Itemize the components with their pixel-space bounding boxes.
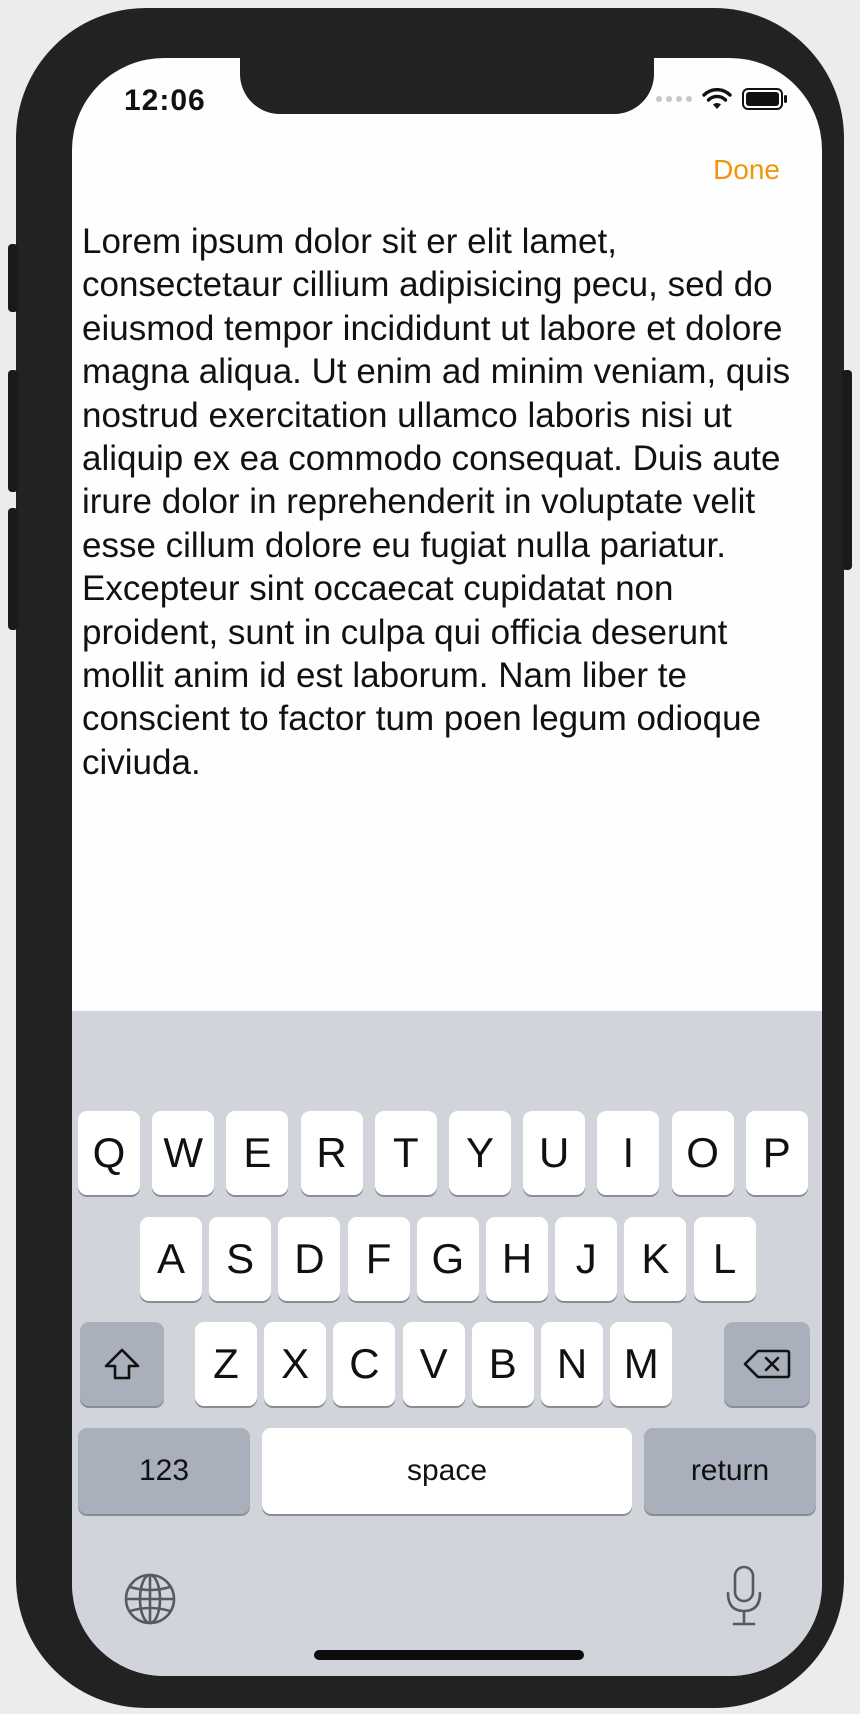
key-b[interactable]: B bbox=[471, 1322, 534, 1406]
key-i[interactable]: I bbox=[597, 1111, 660, 1195]
home-indicator bbox=[314, 1650, 584, 1660]
status-time: 12:06 bbox=[124, 84, 206, 117]
signal-dots-icon bbox=[656, 96, 692, 102]
return-key[interactable]: return bbox=[644, 1428, 816, 1514]
key-q[interactable]: Q bbox=[78, 1111, 140, 1195]
key-t[interactable]: T bbox=[374, 1111, 437, 1195]
globe-icon bbox=[124, 1573, 176, 1625]
numbers-key[interactable]: 123 bbox=[78, 1428, 250, 1514]
key-z[interactable]: Z bbox=[195, 1322, 257, 1406]
key-d[interactable]: D bbox=[278, 1217, 341, 1301]
text-editor[interactable]: Lorem ipsum dolor sit er elit lamet, con… bbox=[82, 220, 812, 784]
key-w[interactable]: W bbox=[152, 1111, 215, 1195]
shift-icon bbox=[104, 1348, 140, 1380]
key-j[interactable]: J bbox=[555, 1217, 618, 1301]
wifi-icon bbox=[702, 88, 732, 109]
key-x[interactable]: X bbox=[264, 1322, 327, 1406]
key-a[interactable]: A bbox=[140, 1217, 202, 1301]
delete-icon bbox=[743, 1349, 791, 1379]
shift-key[interactable] bbox=[80, 1322, 164, 1406]
key-r[interactable]: R bbox=[300, 1111, 363, 1195]
status-icons bbox=[656, 88, 788, 110]
key-v[interactable]: V bbox=[402, 1322, 465, 1406]
volume-up-button bbox=[8, 370, 18, 492]
key-k[interactable]: K bbox=[624, 1217, 687, 1301]
volume-down-button bbox=[8, 508, 18, 630]
key-c[interactable]: C bbox=[333, 1322, 396, 1406]
power-button bbox=[842, 370, 852, 570]
key-l[interactable]: L bbox=[693, 1217, 756, 1301]
key-o[interactable]: O bbox=[671, 1111, 734, 1195]
key-y[interactable]: Y bbox=[449, 1111, 511, 1195]
battery-icon bbox=[742, 88, 787, 110]
dictation-button[interactable] bbox=[724, 1565, 764, 1634]
notch bbox=[240, 58, 654, 114]
key-u[interactable]: U bbox=[523, 1111, 586, 1195]
key-s[interactable]: S bbox=[209, 1217, 272, 1301]
key-m[interactable]: M bbox=[610, 1322, 673, 1406]
microphone-icon bbox=[726, 1565, 762, 1626]
phone-frame: 12:06 Done Lorem ipsum dolor sit er elit… bbox=[8, 8, 852, 1708]
keyboard: QWERTYUIOP ASDFGHJKL ZXCVBNM 123 space r… bbox=[72, 1011, 822, 1676]
screen: 12:06 Done Lorem ipsum dolor sit er elit… bbox=[72, 58, 822, 1676]
key-p[interactable]: P bbox=[745, 1111, 808, 1195]
key-g[interactable]: G bbox=[416, 1217, 479, 1301]
done-button[interactable]: Done bbox=[713, 154, 780, 186]
silent-switch bbox=[8, 244, 18, 312]
space-key[interactable]: space bbox=[262, 1428, 632, 1514]
key-h[interactable]: H bbox=[486, 1217, 548, 1301]
globe-button[interactable] bbox=[124, 1573, 176, 1630]
key-e[interactable]: E bbox=[226, 1111, 289, 1195]
delete-key[interactable] bbox=[724, 1322, 810, 1406]
key-f[interactable]: F bbox=[347, 1217, 410, 1301]
key-n[interactable]: N bbox=[541, 1322, 603, 1406]
